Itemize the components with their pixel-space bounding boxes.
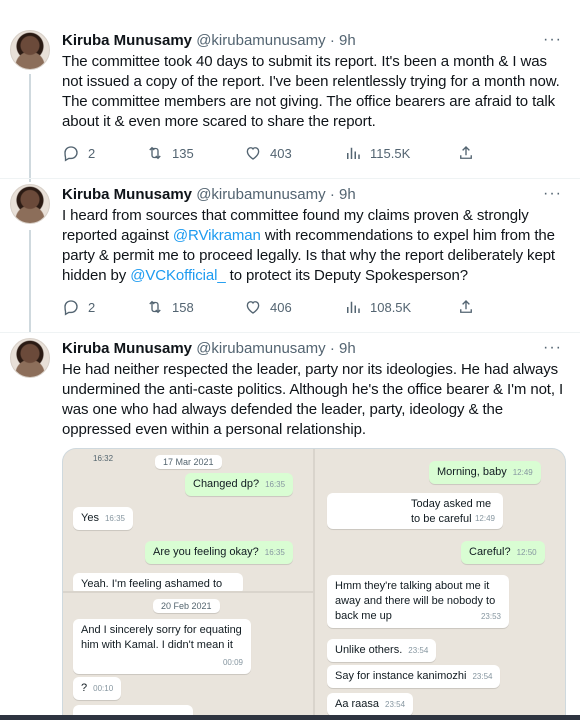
message-time: 00:10 <box>93 684 114 693</box>
message-time: 16:35 <box>265 480 286 489</box>
chat-screenshot-3: Morning, baby 12:49 Today asked me to be … <box>315 449 565 720</box>
chat-message: Today asked me to be careful 12:49 <box>327 493 503 529</box>
author-name[interactable]: Kiruba Munusamy <box>62 340 192 357</box>
taskbar-edge <box>0 715 580 720</box>
message-text: Unlike others. <box>335 644 403 656</box>
message-text: Aa raasa <box>335 698 380 710</box>
message-text: Changed dp? <box>193 478 260 490</box>
chat-message: Careful? 12:50 <box>461 541 545 564</box>
chat-message: ? 00:10 <box>73 677 122 700</box>
message-text: And I sincerely sorry for equating him w… <box>81 624 242 651</box>
tweet-3[interactable]: Kiruba Munusamy @kirubamunusamy · 9h ···… <box>0 0 580 720</box>
message-time: 00:09 <box>222 658 243 667</box>
message-text: Say for instance kanimozhi <box>335 670 467 682</box>
chat-message: Are you feeling okay? 16:35 <box>145 541 293 564</box>
message-text: Today asked me to be careful <box>411 498 492 525</box>
message-text: Careful? <box>469 546 511 558</box>
chat-screenshot-1: 16:32 17 Mar 2021 Changed dp? 16:35 Yes 16… <box>63 449 313 591</box>
message-text: Hmm they're talking about me it away and… <box>335 580 496 622</box>
chat-message: Say for instance kanimozhi 23:54 <box>327 665 501 688</box>
avatar[interactable] <box>10 338 50 378</box>
chat-message: Morning, baby 12:49 <box>429 461 541 484</box>
tweet-media-image[interactable]: 16:32 17 Mar 2021 Changed dp? 16:35 Yes 16… <box>62 448 566 720</box>
author-handle[interactable]: @kirubamunusamy <box>196 340 325 357</box>
message-time: 23:54 <box>472 672 493 681</box>
chat-screenshot-2: 20 Feb 2021 And I sincerely sorry for eq… <box>63 593 313 720</box>
message-text: Yeah. I'm feeling ashamed to be <box>81 578 223 590</box>
message-time: 12:50 <box>516 548 537 557</box>
message-time: 23:53 <box>480 612 501 621</box>
message-time: 12:49 <box>512 468 533 477</box>
message-time: 16:35 <box>264 548 285 557</box>
chat-message: Changed dp? 16:35 <box>185 473 294 496</box>
date-chip: 17 Mar 2021 <box>155 455 222 469</box>
chat-message: Hmm they're talking about me it away and… <box>327 575 509 628</box>
chat-message: Unlike others. 23:54 <box>327 639 437 662</box>
message-time: 16:35 <box>104 514 125 523</box>
tweet-header: Kiruba Munusamy @kirubamunusamy · 9h <box>62 339 356 359</box>
message-time: 12:49 <box>474 514 495 523</box>
message-time: 23:54 <box>385 700 406 709</box>
chat-message: Yes 16:35 <box>73 507 133 530</box>
chat-time-label: 16:32 <box>93 454 114 463</box>
message-text: Are you feeling okay? <box>153 546 259 558</box>
tweet-text: He had neither respected the leader, par… <box>62 361 564 438</box>
message-text: ? <box>81 682 88 694</box>
message-time: 23:54 <box>408 646 429 655</box>
chat-message: Aa raasa 23:54 <box>327 693 414 716</box>
more-options-icon[interactable]: ··· <box>543 339 562 357</box>
tweet-time[interactable]: · 9h <box>330 340 356 357</box>
chat-message: Yeah. I'm feeling ashamed to be <box>73 573 243 591</box>
message-text: Yes <box>81 512 99 524</box>
chat-message: And I sincerely sorry for equating him w… <box>73 619 251 674</box>
message-text: Morning, baby <box>437 466 507 478</box>
date-chip: 20 Feb 2021 <box>153 599 220 613</box>
